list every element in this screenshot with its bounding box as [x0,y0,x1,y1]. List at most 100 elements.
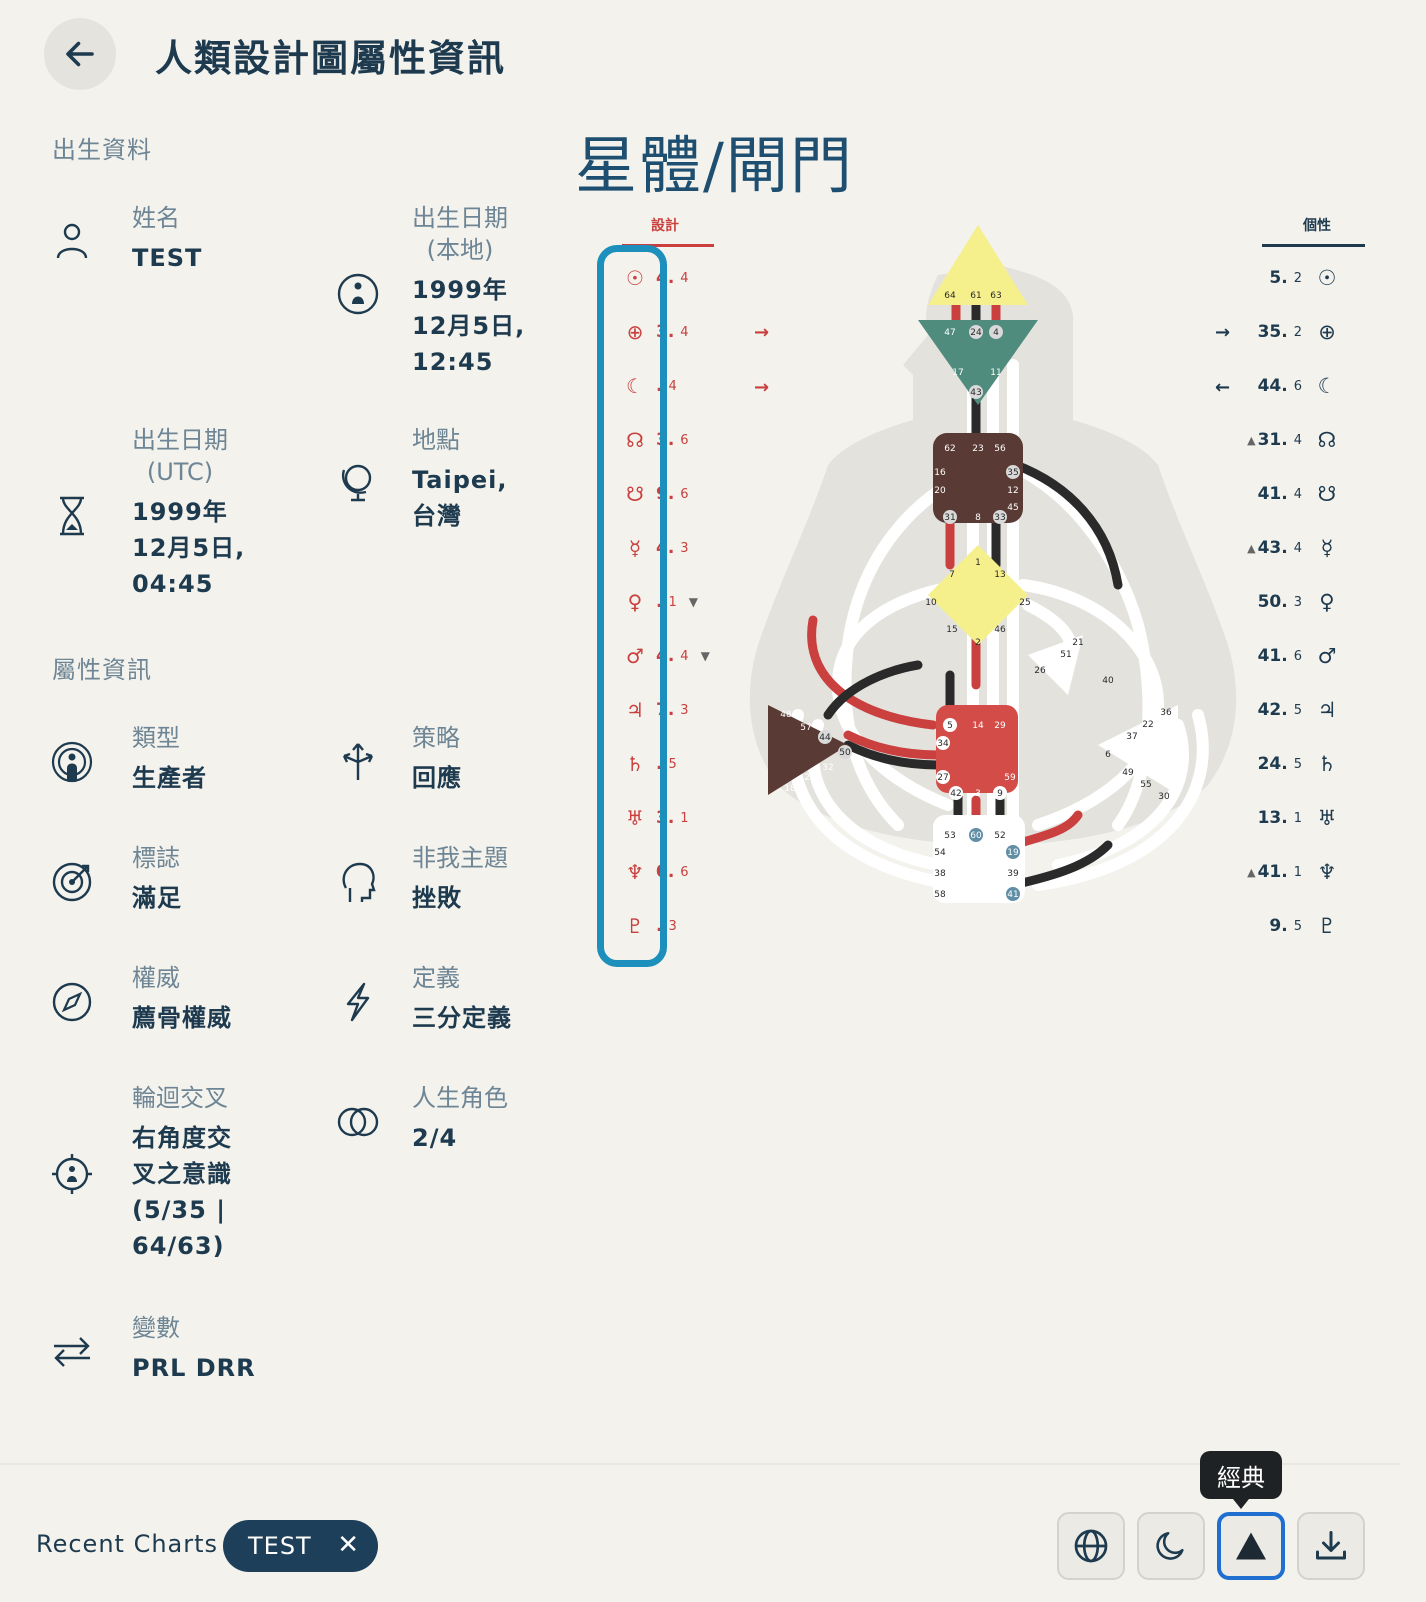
planet-glyph-icon: ☿ [1320,536,1334,560]
local-date-value: 1999年 12月5日, 12:45 [412,276,526,376]
personality-planet-row[interactable]: 35. 2 ⊕ [1256,317,1342,347]
line-value: 3 [668,918,677,934]
line-value: 6 [1293,648,1302,664]
gate-value: 13. [1257,808,1288,828]
line-value: 4 [1293,540,1302,556]
svg-text:9: 9 [997,789,1003,799]
svg-text:51: 51 [1060,650,1071,660]
gate-value: 43. [1257,538,1288,558]
name-value: TEST [132,244,203,272]
bodygraph: 64 61 63 47 24 4 17 11 43 62 23 56 16 35… [749,225,1237,903]
svg-text:17: 17 [952,368,963,378]
directions-icon [342,743,374,780]
svg-text:59: 59 [1004,773,1016,783]
download-button[interactable] [1297,1512,1365,1580]
compass-icon [52,982,92,1022]
svg-text:63: 63 [990,291,1001,301]
dark-mode-button[interactable] [1137,1512,1205,1580]
svg-text:20: 20 [934,486,946,496]
recent-chart-chip[interactable]: TEST ✕ [223,1520,378,1572]
personality-planet-row[interactable]: 13. 1 ♅ [1256,803,1342,833]
svg-text:4: 4 [993,328,999,338]
personality-planet-row[interactable]: 24. 5 ♄ [1256,749,1342,779]
svg-text:32: 32 [822,763,833,773]
close-icon[interactable]: ✕ [337,1530,360,1560]
chip-label: TEST [248,1532,312,1560]
line-value: 5 [1293,918,1302,934]
local-date-label: 出生日期 (本地) [412,204,508,264]
personality-planet-row[interactable]: ▲ 31. 4 ☊ [1247,425,1342,455]
svg-text:30: 30 [1158,792,1170,802]
gate-value: 9. [1269,916,1288,936]
line-value: 5 [1293,756,1302,772]
classic-style-button[interactable] [1217,1512,1285,1580]
gate-value: 41. [1257,646,1288,666]
personality-planet-row[interactable]: 50. 3 ♀ [1256,587,1342,617]
line-value: 2 [1293,270,1302,286]
personality-planet-row[interactable]: 41. 6 ♂ [1256,641,1342,671]
svg-text:25: 25 [1019,598,1030,608]
svg-text:27: 27 [937,773,948,783]
section-birth-data: 出生資料 [52,136,152,164]
type-label: 類型 [132,724,180,752]
line-value: 4 [1293,432,1302,448]
svg-text:54: 54 [934,848,946,858]
personality-planet-row[interactable]: 9. 5 ♇ [1267,911,1342,941]
gate-value: 35. [1257,322,1288,342]
line-value: 5 [1293,702,1302,718]
svg-text:6: 6 [1105,750,1111,760]
swap-arrows-icon [54,1337,90,1367]
fixing-marker: ▼ [700,649,710,663]
planet-glyph-icon: ☋ [1317,482,1337,506]
line-value: 4 [680,270,689,286]
authority-value: 薦骨權威 [132,1004,232,1032]
rings-icon [337,1107,379,1137]
svg-text:13: 13 [994,570,1005,580]
personality-planet-row[interactable]: 41. 4 ☋ [1256,479,1342,509]
svg-text:47: 47 [944,328,955,338]
personality-planet-row[interactable]: ▲ 41. 1 ♆ [1247,857,1342,887]
svg-text:41: 41 [1007,890,1018,900]
gate-value: 31. [1257,430,1288,450]
language-button[interactable] [1057,1512,1125,1580]
svg-text:33: 33 [994,513,1005,523]
line-value: 3 [1293,594,1302,610]
svg-text:61: 61 [970,291,981,301]
planet-glyph-icon: ⊕ [1318,320,1336,344]
svg-text:15: 15 [946,625,957,635]
planet-glyph-icon: ♅ [1317,806,1337,830]
line-value: 1 [1293,810,1302,826]
svg-text:50: 50 [839,748,851,758]
svg-text:8: 8 [975,513,981,523]
svg-text:14: 14 [972,721,984,731]
gate-value: 41. [1257,862,1288,882]
utc-date-label: 出生日期 (UTC) [132,426,228,486]
gate-value: 44. [1257,376,1288,396]
type-value: 生產者 [132,764,207,792]
personality-planet-row[interactable]: 5. 2 ☉ [1267,263,1342,293]
back-button[interactable] [44,18,116,90]
notself-value: 挫敗 [412,884,462,912]
globe-icon [1074,1529,1108,1563]
svg-text:43: 43 [970,388,981,398]
planet-glyph-icon: ☾ [1317,374,1337,398]
line-value: 4 [668,378,677,394]
personality-planet-row[interactable]: ▲ 43. 4 ☿ [1247,533,1342,563]
personality-planet-row[interactable]: 42. 5 ♃ [1256,695,1342,725]
personality-planet-row[interactable]: 44. 6 ☾ [1256,371,1342,401]
svg-text:23: 23 [972,444,983,454]
chart-title: 星體/閘門 [575,129,854,202]
svg-text:28: 28 [804,773,816,783]
line-value: 4 [1293,486,1302,502]
line-value: 6 [680,864,689,880]
svg-text:53: 53 [944,831,955,841]
line-value: 5 [668,756,677,772]
footer-divider [0,1463,1400,1465]
svg-text:10: 10 [925,598,937,608]
svg-text:39: 39 [1007,869,1019,879]
utc-date-value: 1999年 12月5日, 04:45 [132,498,246,598]
globe-stand-icon [341,464,372,502]
planet-glyph-icon: ♄ [1317,752,1337,776]
gate-value: 24. [1257,754,1288,774]
planet-glyph-icon: ♆ [1317,860,1337,884]
